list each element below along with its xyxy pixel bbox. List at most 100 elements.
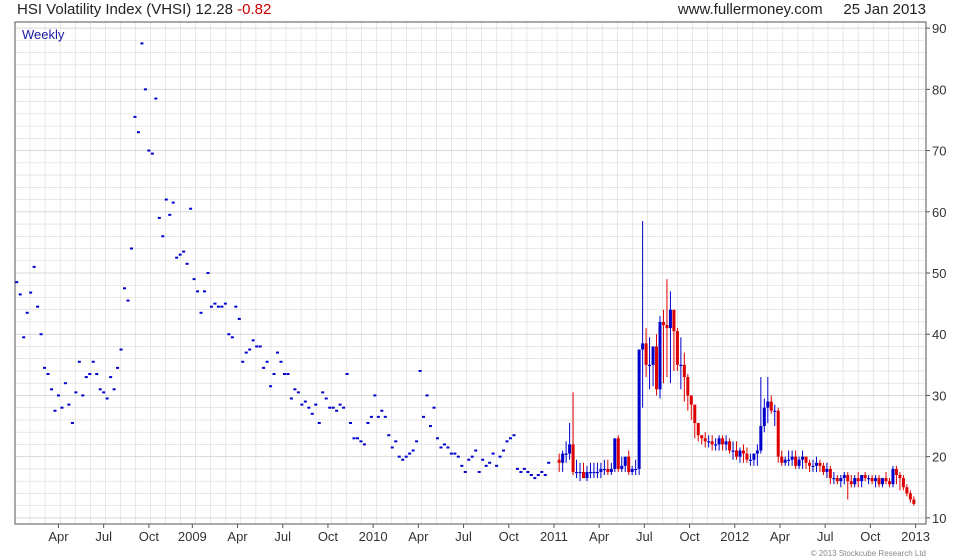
data-point bbox=[98, 388, 102, 391]
data-point bbox=[498, 455, 502, 458]
data-point bbox=[307, 406, 311, 409]
candle-body bbox=[564, 453, 568, 455]
candle-body bbox=[661, 321, 665, 326]
data-point bbox=[463, 470, 467, 473]
candle-body bbox=[672, 309, 676, 332]
candle-body bbox=[797, 459, 801, 466]
data-point bbox=[432, 406, 436, 409]
data-point bbox=[32, 265, 36, 268]
data-point bbox=[244, 351, 248, 354]
data-point bbox=[328, 406, 332, 409]
data-point bbox=[519, 470, 523, 473]
data-point bbox=[533, 477, 537, 480]
data-point bbox=[422, 415, 426, 418]
data-point bbox=[502, 449, 506, 452]
candle-body bbox=[912, 499, 916, 504]
data-point bbox=[547, 461, 551, 464]
data-point bbox=[467, 458, 471, 461]
candle-body bbox=[734, 450, 738, 457]
data-point bbox=[269, 385, 273, 388]
grid bbox=[14, 22, 926, 524]
candle-body bbox=[835, 478, 839, 482]
candle-body bbox=[877, 478, 881, 485]
candle-body bbox=[752, 453, 756, 460]
y-tick-label: 10 bbox=[932, 511, 946, 526]
data-point bbox=[29, 291, 33, 294]
data-point bbox=[408, 452, 412, 455]
x-tick-label: Apr bbox=[770, 529, 791, 544]
x-tick-label: Apr bbox=[408, 529, 429, 544]
data-point bbox=[203, 290, 207, 293]
candle-body bbox=[588, 471, 592, 474]
data-point bbox=[105, 397, 109, 400]
x-tick-label: 2010 bbox=[359, 529, 388, 544]
data-point bbox=[435, 437, 439, 440]
candle-body bbox=[700, 435, 704, 439]
data-point bbox=[293, 388, 297, 391]
candle-body bbox=[599, 468, 603, 472]
candle-body bbox=[582, 471, 586, 479]
candle-body bbox=[679, 364, 683, 367]
data-point bbox=[227, 333, 231, 336]
candle-body bbox=[724, 441, 728, 445]
data-point bbox=[453, 452, 457, 455]
data-point bbox=[143, 88, 147, 91]
candle-body bbox=[609, 468, 613, 472]
data-point bbox=[25, 311, 29, 314]
data-point bbox=[88, 373, 92, 376]
data-point bbox=[234, 305, 238, 308]
data-point bbox=[220, 305, 224, 308]
data-point bbox=[91, 360, 95, 363]
candle-body bbox=[731, 450, 735, 452]
candle-body bbox=[769, 401, 773, 411]
data-point bbox=[133, 115, 137, 118]
data-point bbox=[404, 455, 408, 458]
data-point bbox=[536, 474, 540, 477]
data-point bbox=[289, 397, 293, 400]
candle-body bbox=[867, 478, 871, 480]
data-point bbox=[157, 216, 161, 219]
data-point bbox=[95, 373, 99, 376]
data-point bbox=[178, 253, 182, 256]
data-point bbox=[230, 336, 234, 339]
data-point bbox=[251, 339, 255, 342]
candle-body bbox=[728, 441, 732, 451]
candle-body bbox=[658, 321, 662, 390]
candle-body bbox=[773, 410, 777, 412]
candle-body bbox=[686, 377, 690, 396]
data-point bbox=[429, 425, 433, 428]
data-point bbox=[355, 437, 359, 440]
chart-subtitle: Weekly bbox=[22, 27, 65, 42]
y-tick-label: 60 bbox=[932, 205, 946, 220]
candle-body bbox=[794, 456, 798, 466]
candle-body bbox=[842, 475, 846, 479]
data-point bbox=[324, 397, 328, 400]
candle-body bbox=[801, 456, 805, 460]
data-point bbox=[18, 293, 22, 296]
data-point bbox=[303, 400, 307, 403]
data-point bbox=[116, 366, 120, 369]
data-point bbox=[147, 149, 151, 152]
data-point bbox=[262, 366, 266, 369]
data-point bbox=[359, 440, 363, 443]
data-point bbox=[81, 394, 85, 397]
data-point bbox=[209, 305, 213, 308]
data-point bbox=[282, 373, 286, 376]
x-tick-label: 2013 bbox=[901, 529, 930, 544]
data-point bbox=[56, 394, 60, 397]
data-point bbox=[442, 443, 446, 446]
data-point bbox=[136, 131, 140, 134]
data-point bbox=[317, 421, 321, 424]
data-point bbox=[74, 391, 78, 394]
data-point bbox=[446, 446, 450, 449]
candle-body bbox=[853, 478, 857, 485]
candle-body bbox=[787, 459, 791, 461]
data-point bbox=[376, 415, 380, 418]
candle-body bbox=[766, 401, 770, 408]
candle-body bbox=[846, 475, 850, 482]
candle-body bbox=[884, 478, 888, 482]
y-tick-label: 80 bbox=[932, 82, 946, 97]
data-point bbox=[540, 470, 544, 473]
data-point bbox=[383, 415, 387, 418]
y-tick-label: 30 bbox=[932, 388, 946, 403]
